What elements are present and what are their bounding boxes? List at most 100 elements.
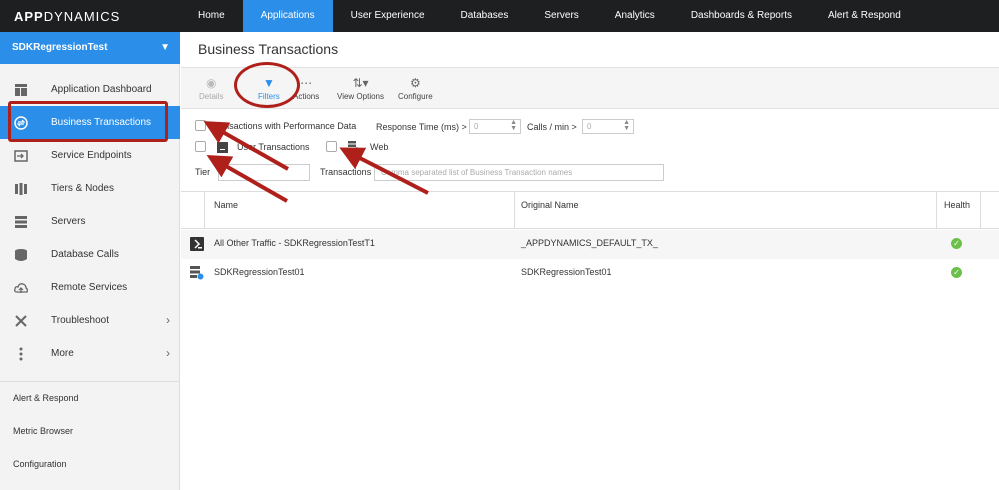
row-original-name: _APPDYNAMICS_DEFAULT_TX_ xyxy=(521,238,658,248)
spinner-arrows-icon[interactable]: ▲ ▼ xyxy=(623,119,630,132)
sidebar-item-database-calls[interactable]: Database Calls xyxy=(0,238,180,271)
response-time-label: Response Time (ms) > xyxy=(376,122,467,132)
application-name: SDKRegressionTest xyxy=(12,42,108,53)
sidebar-item-service-endpoints[interactable]: Service Endpoints xyxy=(0,139,180,172)
calls-label: Calls / min > xyxy=(527,122,577,132)
table-row[interactable]: All Other Traffic - SDKRegressionTestT1 … xyxy=(181,230,999,259)
sidebar-item-label: Servers xyxy=(51,216,86,227)
web-server-icon xyxy=(190,266,204,280)
user-transactions-label: User Transactions xyxy=(237,142,310,152)
column-header-name[interactable]: Name xyxy=(214,200,238,210)
endpoint-icon xyxy=(14,150,28,162)
filter-icon: ▼ xyxy=(262,76,275,90)
sidebar-item-application-dashboard[interactable]: Application Dashboard xyxy=(0,73,180,106)
spinner-arrows-icon[interactable]: ▲ ▼ xyxy=(510,119,517,132)
sidebar-item-tiers-nodes[interactable]: Tiers & Nodes xyxy=(0,172,180,205)
sidebar-item-label: Troubleshoot xyxy=(51,315,109,326)
transactions-input[interactable]: Comma separated list of Business Transac… xyxy=(374,164,664,181)
nav-servers[interactable]: Servers xyxy=(526,0,596,32)
actions-button[interactable]: ⋯ Actions xyxy=(293,76,319,101)
table-row[interactable]: SDKRegressionTest01 SDKRegressionTest01 … xyxy=(181,259,999,288)
health-ok-icon: ✓ xyxy=(951,238,962,249)
dashboard-icon xyxy=(15,84,27,96)
tier-label: Tier xyxy=(195,167,211,177)
actions-label: Actions xyxy=(293,92,320,101)
tier-input[interactable] xyxy=(218,164,310,181)
more-icon xyxy=(19,347,23,361)
column-divider xyxy=(980,192,981,229)
column-divider xyxy=(514,192,515,229)
tools-icon xyxy=(15,315,27,327)
ellipsis-icon: ⋯ xyxy=(300,76,313,90)
details-label: Details xyxy=(199,92,224,101)
sidebar-item-more[interactable]: More › xyxy=(0,337,180,370)
row-name[interactable]: All Other Traffic - SDKRegressionTestT1 xyxy=(214,238,375,248)
configure-button[interactable]: ⚙ Configure xyxy=(398,76,433,101)
sidebar-link-configuration[interactable]: Configuration xyxy=(13,459,67,469)
web-label: Web xyxy=(370,142,389,152)
view-options-label: View Options xyxy=(337,92,384,101)
row-name[interactable]: SDKRegressionTest01 xyxy=(214,267,305,277)
sidebar-item-servers[interactable]: Servers xyxy=(0,205,180,238)
nav-user-experience[interactable]: User Experience xyxy=(333,0,443,32)
response-time-value: 0 xyxy=(474,122,479,131)
sidebar-item-business-transactions[interactable]: Business Transactions xyxy=(0,106,180,139)
nav-databases[interactable]: Databases xyxy=(443,0,527,32)
filters-button[interactable]: ▼ Filters xyxy=(258,76,280,101)
column-header-health[interactable]: Health xyxy=(944,200,970,210)
sidebar-item-label: Remote Services xyxy=(51,282,128,293)
calls-value: 0 xyxy=(587,122,592,131)
gear-icon: ⚙ xyxy=(409,76,421,90)
sidebar: SDKRegressionTest ▼ Application Dashboar… xyxy=(0,32,180,490)
sidebar-item-label: Database Calls xyxy=(51,249,119,260)
nav-dashboards-reports[interactable]: Dashboards & Reports xyxy=(673,0,810,32)
top-nav: Home Applications User Experience Databa… xyxy=(180,0,919,32)
sidebar-item-remote-services[interactable]: Remote Services xyxy=(0,271,180,304)
health-ok-icon: ✓ xyxy=(951,267,962,278)
web-server-icon xyxy=(348,141,359,152)
chevron-right-icon: › xyxy=(166,313,170,327)
sidebar-item-label: Application Dashboard xyxy=(51,84,152,95)
column-divider xyxy=(936,192,937,229)
configure-label: Configure xyxy=(398,92,433,101)
user-transactions-checkbox[interactable] xyxy=(195,141,206,152)
sidebar-item-troubleshoot[interactable]: Troubleshoot › xyxy=(0,304,180,337)
application-selector[interactable]: SDKRegressionTest ▼ xyxy=(0,32,180,64)
perf-data-checkbox[interactable] xyxy=(195,120,206,131)
row-original-name: SDKRegressionTest01 xyxy=(521,267,612,277)
transactions-icon xyxy=(14,116,28,130)
sidebar-item-label: More xyxy=(51,348,74,359)
sliders-icon: ⇅▾ xyxy=(352,76,369,90)
nav-home[interactable]: Home xyxy=(180,0,243,32)
view-options-button[interactable]: ⇅▾ View Options xyxy=(337,76,384,101)
table-header: Name Original Name Health xyxy=(181,191,999,229)
column-header-original-name[interactable]: Original Name xyxy=(521,200,579,210)
column-divider xyxy=(204,192,205,229)
tiers-icon xyxy=(15,183,27,195)
web-checkbox[interactable] xyxy=(326,141,337,152)
sidebar-item-label: Service Endpoints xyxy=(51,150,132,161)
chevron-right-icon: › xyxy=(166,346,170,360)
database-icon xyxy=(15,249,27,261)
calls-input[interactable]: 0 ▲ ▼ xyxy=(582,119,634,134)
servers-icon xyxy=(15,216,27,228)
appdynamics-logo[interactable]: APPDYNAMICS xyxy=(14,9,120,24)
toolbar: ◉ Details ▼ Filters ⋯ Actions ⇅▾ View Op… xyxy=(181,67,999,109)
sidebar-divider xyxy=(0,381,180,382)
transactions-label: Transactions xyxy=(320,167,372,177)
nav-analytics[interactable]: Analytics xyxy=(597,0,673,32)
other-traffic-icon xyxy=(190,237,204,251)
perf-data-label: Transactions with Performance Data xyxy=(211,121,357,131)
nav-applications[interactable]: Applications xyxy=(242,0,333,32)
filters-panel: Transactions with Performance Data Respo… xyxy=(181,110,999,190)
details-button[interactable]: ◉ Details xyxy=(199,76,223,101)
sidebar-link-alert-respond[interactable]: Alert & Respond xyxy=(13,393,79,403)
chevron-down-icon: ▼ xyxy=(160,42,170,53)
page-title: Business Transactions xyxy=(198,41,339,57)
user-transaction-icon xyxy=(217,142,228,153)
sidebar-link-metric-browser[interactable]: Metric Browser xyxy=(13,426,73,436)
cloud-icon xyxy=(14,283,28,293)
nav-alert-respond[interactable]: Alert & Respond xyxy=(810,0,919,32)
sidebar-item-label: Tiers & Nodes xyxy=(51,183,114,194)
response-time-input[interactable]: 0 ▲ ▼ xyxy=(469,119,521,134)
